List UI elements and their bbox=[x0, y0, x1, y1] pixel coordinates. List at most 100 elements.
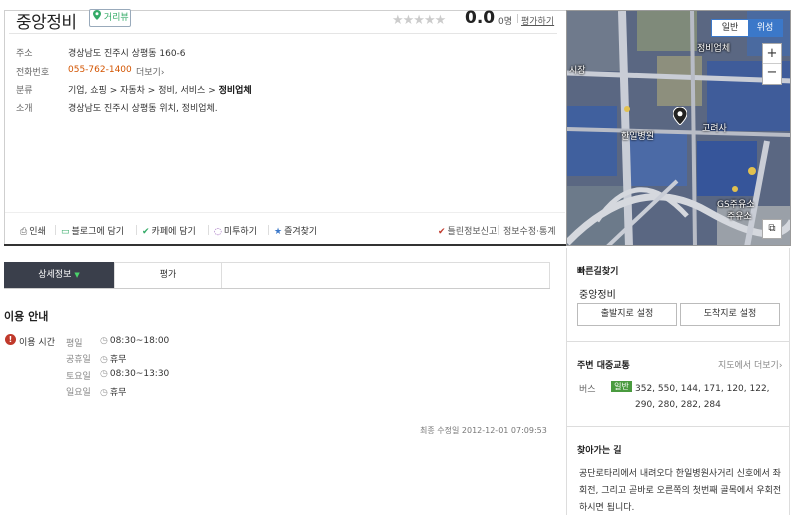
card-bottom-border bbox=[4, 244, 566, 246]
hours-time: ◷ 08:30~13:30 bbox=[100, 369, 169, 379]
quick-route-title: 빠른길찾기 bbox=[577, 267, 619, 277]
printer-icon: ⎙ bbox=[20, 227, 28, 237]
favorite-button[interactable]: ★ 즐겨찾기 bbox=[274, 224, 317, 237]
toolbar-separator bbox=[208, 225, 209, 235]
rating-count: 0명 bbox=[498, 17, 513, 27]
me2day-icon: ◌ bbox=[214, 227, 222, 237]
last-updated: 최종 수정일 2012-12-01 07:09:53 bbox=[420, 426, 547, 435]
print-button[interactable]: ⎙ 인쇄 bbox=[20, 224, 46, 237]
route-place-name: 중앙정비 bbox=[579, 290, 616, 301]
blog-button[interactable]: ▭ 블로그에 담기 bbox=[61, 224, 124, 237]
cafe-button[interactable]: ✔ 카페에 담기 bbox=[142, 224, 196, 237]
toolbar-separator bbox=[498, 225, 499, 235]
alert-icon: ! bbox=[5, 334, 16, 345]
map-label: 정비업체 bbox=[697, 44, 731, 54]
blog-icon: ▭ bbox=[61, 227, 70, 237]
report-button[interactable]: ✔ 틀린정보신고 bbox=[438, 224, 497, 237]
map-imagery bbox=[567, 11, 790, 245]
hours-time-value: 08:30~18:00 bbox=[109, 336, 170, 346]
usage-hours-label: 이용 시간 bbox=[19, 338, 55, 348]
address-label: 주소 bbox=[16, 49, 33, 59]
hours-day: 평일 bbox=[66, 339, 83, 349]
zoom-out-button[interactable]: − bbox=[763, 64, 781, 84]
tab-review[interactable]: 평가 bbox=[114, 262, 222, 288]
cafe-label: 카페에 담기 bbox=[151, 227, 196, 237]
map-label: 시장 bbox=[569, 66, 586, 76]
action-toolbar: ⎙ 인쇄 ▭ 블로그에 담기 ✔ 카페에 담기 ◌ 미투하기 ★ 즐겨찾기 ✔ 틀린정보신고… bbox=[5, 212, 565, 237]
tab-detail-label: 상세정보 bbox=[38, 270, 72, 280]
bus-label: 버스 bbox=[579, 385, 596, 395]
zoom-control: + − bbox=[762, 43, 782, 85]
phone-label: 전화번호 bbox=[16, 68, 50, 78]
intro-value: 경상남도 진주시 상평동 위치, 정비업체. bbox=[68, 104, 218, 114]
roadview-label: 거리뷰 bbox=[103, 13, 129, 23]
me2day-button[interactable]: ◌ 미투하기 bbox=[214, 224, 257, 237]
star-icon: ★ bbox=[274, 227, 283, 237]
roadview-button[interactable]: 거리뷰 bbox=[89, 9, 131, 27]
edit-stats-label: 정보수정·통계 bbox=[503, 227, 556, 237]
directions-title: 찾아가는 길 bbox=[577, 446, 622, 456]
bus-routes[interactable]: 352, 550, 144, 171, 120, 122, 290, 280, … bbox=[635, 381, 787, 413]
transit-title: 주변 대중교통 bbox=[577, 361, 630, 371]
check-icon: ✔ bbox=[438, 227, 446, 237]
hours-day: 공휴일 bbox=[66, 355, 91, 365]
me2day-label: 미투하기 bbox=[223, 227, 257, 237]
roadview-pin-icon bbox=[93, 10, 101, 20]
hours-day: 토요일 bbox=[66, 372, 91, 382]
tab-filler bbox=[222, 262, 550, 288]
report-label: 틀린정보신고 bbox=[447, 227, 498, 237]
hours-time-value: 08:30~13:30 bbox=[109, 369, 170, 379]
map-satellite-button[interactable]: 위성 bbox=[748, 20, 782, 36]
directions-text: 공단로타리에서 내려오다 한일병원사거리 신호에서 좌회전, 그리고 곧바로 오… bbox=[579, 469, 782, 513]
section-title: 이용 안내 bbox=[4, 310, 49, 323]
map-expand-icon[interactable]: ⧉ bbox=[762, 219, 782, 239]
category-path: 기업, 쇼핑 > 자동차 > 정비, 서비스 > bbox=[68, 86, 219, 96]
divider bbox=[9, 33, 557, 34]
phone-more-link[interactable]: 더보기› bbox=[136, 65, 164, 78]
favorite-label: 즐겨찾기 bbox=[284, 227, 318, 237]
category-leaf: 정비업체 bbox=[218, 86, 252, 96]
address-value: 경상남도 진주시 상평동 160-6 bbox=[68, 49, 186, 59]
tab-detail[interactable]: 상세정보 ▼ bbox=[4, 262, 114, 288]
print-label: 인쇄 bbox=[29, 227, 46, 237]
toolbar-separator bbox=[268, 225, 269, 235]
category-label: 분류 bbox=[16, 86, 33, 96]
map-more-link[interactable]: 지도에서 더보기› bbox=[718, 358, 782, 371]
clock-icon: ◷ bbox=[100, 355, 108, 365]
blog-label: 블로그에 담기 bbox=[71, 227, 125, 237]
intro-label: 소개 bbox=[16, 104, 33, 114]
clock-icon: ◷ bbox=[100, 336, 108, 346]
hours-time-value: 휴무 bbox=[109, 388, 127, 398]
divider bbox=[566, 426, 790, 427]
hours-time: ◷ 08:30~18:00 bbox=[100, 336, 169, 346]
map-normal-button[interactable]: 일반 bbox=[712, 20, 748, 36]
divider bbox=[566, 341, 790, 342]
map-type-toggle: 일반 위성 bbox=[711, 19, 783, 37]
hours-time-value: 휴무 bbox=[109, 355, 127, 365]
bus-type-badge: 일반 bbox=[611, 381, 632, 392]
hours-day: 일요일 bbox=[66, 388, 91, 398]
set-start-button[interactable]: 출발지로 설정 bbox=[577, 303, 677, 326]
hours-time: ◷ 휴무 bbox=[100, 352, 126, 365]
satellite-map[interactable]: 정비업체 시장 한일병원 고려사 GS주유소 주유소 bbox=[566, 10, 791, 246]
cafe-icon: ✔ bbox=[142, 227, 150, 237]
page-title: 중앙정비 bbox=[16, 13, 77, 33]
category-value: 기업, 쇼핑 > 자동차 > 정비, 서비스 > 정비업체 bbox=[68, 83, 252, 96]
edit-stats-button[interactable]: 정보수정·통계 bbox=[503, 224, 556, 237]
toolbar-separator bbox=[55, 225, 56, 235]
map-label: 한일병원 bbox=[621, 132, 655, 142]
toolbar-separator bbox=[136, 225, 137, 235]
location-pin-icon bbox=[673, 107, 687, 125]
caret-down-icon: ▼ bbox=[74, 271, 80, 279]
zoom-in-button[interactable]: + bbox=[763, 44, 781, 64]
rating-stars-icon: ★★★★★ bbox=[392, 13, 446, 28]
clock-icon: ◷ bbox=[100, 369, 108, 379]
hours-time: ◷ 휴무 bbox=[100, 385, 126, 398]
place-page: 중앙정비 거리뷰 ★★★★★ 0.0 0명 | 평가하기 주소 경상남도 진주시… bbox=[0, 0, 792, 515]
rating-score: 0.0 bbox=[465, 8, 496, 28]
clock-icon: ◷ bbox=[100, 388, 108, 398]
set-end-button[interactable]: 도착지로 설정 bbox=[680, 303, 780, 326]
phone-value: 055-762-1400 bbox=[68, 65, 132, 75]
rating-separator: | bbox=[516, 14, 520, 24]
rate-link[interactable]: 평가하기 bbox=[521, 14, 554, 27]
